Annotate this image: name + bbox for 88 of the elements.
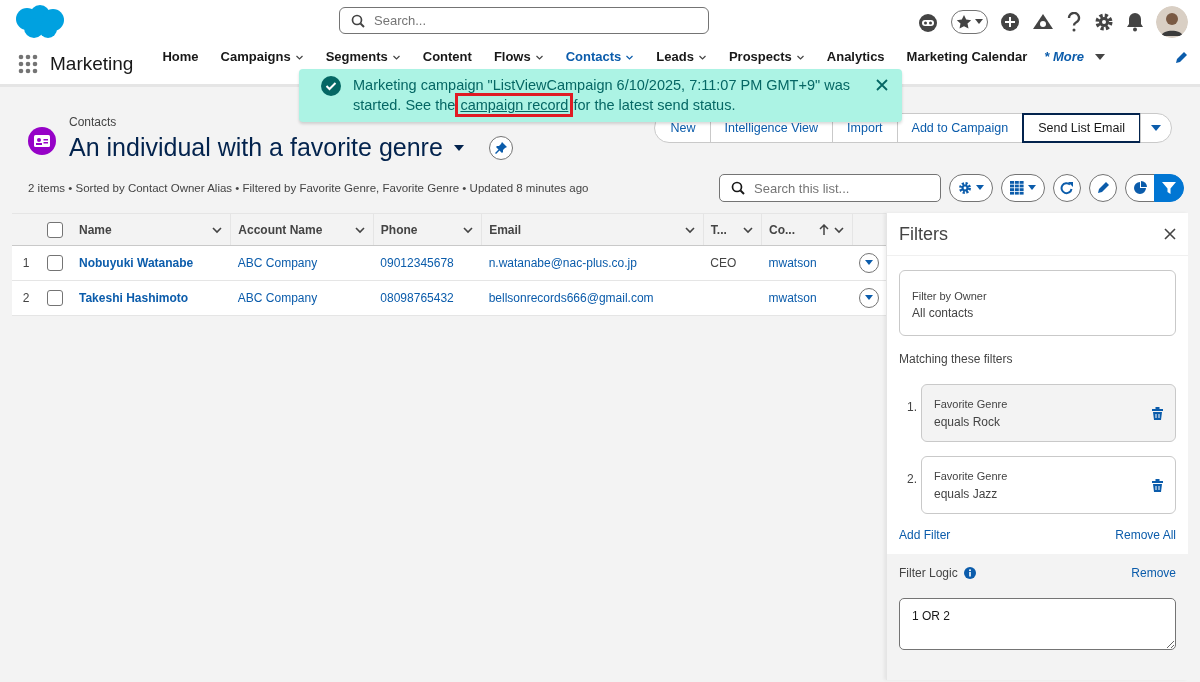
chart-button[interactable] [1125,174,1155,202]
nav-tab[interactable]: Home [151,44,210,84]
filter-condition: equals Jazz [934,486,999,503]
delete-icon[interactable] [1152,478,1163,492]
search-icon [351,13,365,28]
app-name: Marketing [50,53,134,75]
mountain-icon[interactable] [1032,12,1054,32]
chevron-down-icon[interactable] [625,53,635,62]
title-cell: CEO [710,256,737,270]
app-launcher-icon[interactable] [18,54,38,74]
notifications-icon[interactable] [1126,12,1144,32]
row-actions-button[interactable] [859,253,879,273]
owner-filter-card[interactable]: Filter by Owner All contacts [899,270,1176,336]
row-checkbox[interactable] [47,255,63,271]
contact-card-icon [28,127,56,155]
section-label: Matching these filters [899,352,1014,366]
settings-icon[interactable] [1094,12,1114,32]
chevron-down-icon[interactable] [697,53,707,62]
row-number: 1 [22,256,30,270]
remove-all-link[interactable]: Remove All [1115,528,1176,542]
search-icon [731,181,745,195]
list-info: 2 items • Sorted by Contact Owner Alias • Filtered by Favorite Genre, Favorite Genre • Updated 8 minutes ago [27,182,590,194]
action-button[interactable]: Send List Email [1022,113,1141,143]
display-as-button[interactable] [1001,174,1045,202]
delete-icon[interactable] [1152,406,1163,420]
filter-card[interactable]: Favorite Genre equals Rock [921,384,1176,442]
object-label: Contacts [69,115,118,129]
more-menu[interactable]: * More [1044,50,1106,64]
edit-button[interactable] [1089,174,1117,202]
refresh-icon[interactable] [1060,181,1074,195]
global-search-field[interactable]: Search... [339,7,709,34]
caret-icon[interactable] [1094,52,1106,62]
caret-icon[interactable] [865,295,873,301]
row-number: 2 [22,291,30,305]
nav-tab[interactable]: Marketing Calendar [895,44,1039,84]
add-filter-link[interactable]: Add Filter [899,528,951,542]
chevron-down-icon[interactable] [534,53,544,62]
robot-face-icon[interactable] [917,11,939,33]
settings-button[interactable] [949,174,993,202]
list-search-field[interactable]: Search this list... [719,174,941,202]
filter-value: All contacts [912,305,975,322]
avatar[interactable] [1156,6,1188,38]
success-icon [321,76,341,96]
pencil-icon[interactable] [1096,181,1110,195]
chevron-down-icon[interactable] [391,53,401,62]
filter-card[interactable]: Favorite Genre equals Jazz [921,456,1176,514]
filter-field: Favorite Genre [934,395,1008,413]
filter-number: 1. [906,399,917,416]
close-icon[interactable] [1164,228,1176,240]
filter-field: Favorite Genre [934,467,1008,485]
filter-condition: equals Rock [934,414,1002,431]
filter-number: 2. [906,471,917,488]
panel-title: Filters [899,223,948,245]
help-icon[interactable] [1066,12,1082,32]
refresh-button[interactable] [1053,174,1081,202]
nav-tab[interactable]: Campaigns [209,44,315,84]
caret-icon[interactable] [1150,123,1162,133]
list-view-title: An individual with a favorite genre [69,133,443,162]
star-icon[interactable] [956,14,972,30]
info-icon[interactable] [963,567,976,579]
filter-button[interactable] [1154,174,1184,202]
row-actions-button[interactable] [859,288,879,308]
filter-logic-field[interactable]: 1 OR 2 [899,598,1176,650]
caret-icon[interactable] [976,185,984,191]
filter-logic-label: Filter Logic [899,566,958,580]
caret-icon[interactable] [975,19,983,25]
remove-link[interactable]: Remove [1131,566,1176,580]
more-actions-button[interactable] [1140,113,1172,143]
pin-icon[interactable] [494,141,507,154]
filter-icon[interactable] [1162,181,1176,195]
close-icon[interactable] [876,79,888,91]
select-all-checkbox[interactable] [47,221,63,238]
chevron-down-icon[interactable] [294,53,304,62]
sort-arrow-icon[interactable] [818,223,829,236]
pencil-icon[interactable] [1174,51,1188,65]
table-icon[interactable] [1010,181,1024,195]
row-checkbox[interactable] [47,290,63,306]
caret-icon[interactable] [865,260,873,266]
chevron-down-icon[interactable] [795,53,805,62]
pin-button[interactable] [488,135,513,160]
filter-label: Filter by Owner [912,289,988,304]
column-header[interactable]: Name [79,222,208,237]
caret-icon[interactable] [452,142,465,153]
caret-icon[interactable] [1028,185,1036,191]
pie-chart-icon[interactable] [1133,181,1147,195]
action-button[interactable]: Add to Campaign [896,113,1024,143]
gear-icon[interactable] [958,181,972,195]
plus-icon[interactable] [1000,12,1020,32]
